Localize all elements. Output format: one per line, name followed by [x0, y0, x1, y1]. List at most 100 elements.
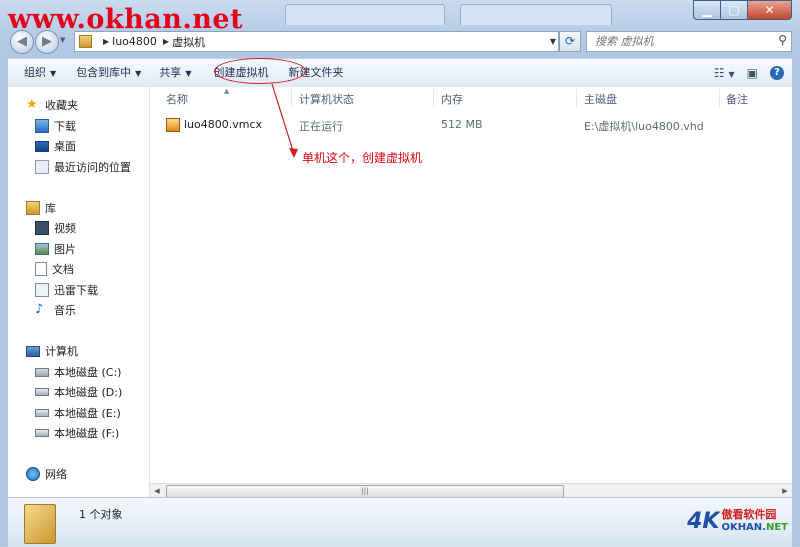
breadcrumb-vm[interactable]: 虚拟机 — [172, 34, 205, 50]
picture-icon — [35, 243, 49, 255]
help-icon[interactable]: ? — [770, 66, 784, 80]
background-tab — [460, 4, 612, 25]
back-arrow-icon: ◀ — [17, 34, 27, 49]
horizontal-scrollbar[interactable]: ◀ ||| ▶ — [150, 483, 792, 498]
search-icon[interactable]: ⚲ — [778, 33, 787, 47]
window-controls: ▁ ▢ ✕ — [693, 0, 792, 20]
nav-item-drive-d[interactable]: 本地磁盘 (D:) — [35, 384, 122, 400]
download-icon — [35, 283, 49, 297]
organize-menu[interactable]: 组织 ▼ — [16, 60, 64, 86]
column-header-memory[interactable]: 内存 — [441, 91, 463, 107]
hard-drive-icon — [35, 388, 49, 396]
search-box: ⚲ — [586, 31, 792, 52]
nav-item-label: 最近访问的位置 — [54, 161, 131, 174]
nav-item-drive-c[interactable]: 本地磁盘 (C:) — [35, 364, 121, 380]
include-in-library-menu[interactable]: 包含到库中 ▼ — [68, 60, 149, 86]
nav-item-drive-e[interactable]: 本地磁盘 (E:) — [35, 405, 121, 421]
site-logo: 4K 傲看软件园 OKHAN.NET — [687, 508, 788, 534]
nav-item-label: 图片 — [54, 243, 76, 256]
column-header-name[interactable]: 名称 — [166, 91, 188, 107]
chevron-down-icon: ▼ — [50, 69, 57, 78]
system-drive-icon — [35, 367, 49, 377]
folder-icon — [24, 504, 56, 544]
file-disk: E:\虚拟机\luo4800.vhd — [584, 120, 704, 133]
scroll-left-icon[interactable]: ◀ — [150, 485, 164, 497]
nav-item-label: 文档 — [52, 263, 74, 276]
library-icon — [26, 201, 40, 215]
computer-icon — [26, 345, 40, 357]
nav-item-xunlei[interactable]: 迅雷下载 — [35, 282, 98, 298]
nav-computer-label: 计算机 — [45, 345, 78, 358]
hard-drive-icon — [35, 409, 49, 417]
nav-item-recent[interactable]: 最近访问的位置 — [35, 159, 131, 175]
view-controls: ☷ ▼ ▣ ? — [714, 66, 784, 80]
nav-network[interactable]: 网络 — [26, 466, 67, 482]
column-header-disk[interactable]: 主磁盘 — [584, 91, 617, 107]
nav-libraries[interactable]: 库 — [26, 200, 56, 216]
column-header-note[interactable]: 备注 — [726, 91, 748, 107]
logo-mark: 4K — [687, 508, 720, 534]
video-icon — [35, 221, 49, 235]
scroll-right-icon[interactable]: ▶ — [778, 485, 792, 497]
nav-item-desktop[interactable]: 桌面 — [35, 138, 76, 154]
nav-item-label: 音乐 — [54, 304, 76, 317]
nav-favorites[interactable]: ★ 收藏夹 — [26, 97, 78, 113]
document-icon — [35, 262, 47, 276]
preview-pane-icon[interactable]: ▣ — [747, 66, 758, 80]
organize-label: 组织 — [24, 66, 46, 79]
chevron-down-icon: ▼ — [185, 69, 192, 78]
background-tab — [285, 4, 445, 25]
recent-pages-dropdown[interactable]: ▼ — [60, 36, 65, 44]
view-options-icon[interactable]: ☷ ▼ — [714, 66, 735, 80]
sort-ascending-icon: ▲ — [224, 87, 230, 95]
forward-arrow-icon: ▶ — [42, 34, 52, 49]
nav-item-label: 下载 — [54, 120, 76, 133]
nav-libraries-label: 库 — [45, 202, 56, 215]
nav-item-downloads[interactable]: 下载 — [35, 118, 76, 134]
nav-item-label: 本地磁盘 (C:) — [54, 366, 122, 379]
share-menu[interactable]: 共享 ▼ — [151, 60, 199, 86]
breadcrumb-separator: ▶ — [103, 37, 110, 46]
column-divider[interactable] — [719, 89, 720, 107]
column-divider[interactable] — [433, 89, 434, 107]
chevron-down-icon: ▼ — [135, 69, 142, 78]
breadcrumb-separator: ▶ — [162, 37, 170, 46]
breadcrumb-luo4800[interactable]: luo4800 — [112, 35, 157, 48]
nav-item-music[interactable]: ♪ 音乐 — [35, 302, 76, 318]
nav-item-label: 视频 — [54, 222, 76, 235]
nav-item-label: 本地磁盘 (E:) — [54, 407, 121, 420]
nav-computer[interactable]: 计算机 — [26, 343, 78, 359]
search-input[interactable] — [587, 32, 777, 51]
logo-text-cn: 傲看软件园 — [721, 508, 777, 521]
nav-item-label: 迅雷下载 — [54, 284, 98, 297]
maximize-button[interactable]: ▢ — [720, 0, 748, 20]
include-in-library-label: 包含到库中 — [76, 66, 132, 79]
nav-item-pictures[interactable]: 图片 — [35, 241, 76, 257]
nav-item-documents[interactable]: 文档 — [35, 261, 74, 277]
item-count: 1 个对象 — [79, 508, 123, 521]
download-folder-icon — [35, 119, 49, 133]
file-memory: 512 MB — [441, 118, 483, 131]
nav-favorites-label: 收藏夹 — [45, 99, 78, 112]
minimize-button[interactable]: ▁ — [693, 0, 721, 20]
annotation-text: 单机这个，创建虚拟机 — [302, 151, 423, 165]
nav-item-label: 本地磁盘 (D:) — [54, 386, 123, 399]
column-divider[interactable] — [576, 89, 577, 107]
chevron-down-icon[interactable]: ▼ — [550, 37, 556, 46]
star-icon: ★ — [26, 97, 38, 112]
nav-item-videos[interactable]: 视频 — [35, 220, 76, 236]
site-watermark: www.okhan.net — [8, 4, 244, 35]
refresh-button[interactable]: ⟳ — [559, 31, 581, 52]
hard-drive-icon — [35, 429, 49, 437]
details-pane: 1 个对象 4K 傲看软件园 OKHAN.NET — [8, 497, 792, 547]
file-list: ▲ 名称 计算机状态 内存 主磁盘 备注 luo4800.vmcx 正在运行 5… — [150, 87, 792, 483]
explorer-window: www.okhan.net ▁ ▢ ✕ ◀ ▶ ▼ ▶ luo4800 ▶ 虚拟… — [0, 0, 800, 547]
desktop-icon — [35, 140, 49, 152]
close-button[interactable]: ✕ — [747, 0, 792, 20]
vm-file-icon — [166, 118, 180, 132]
nav-network-label: 网络 — [45, 468, 67, 481]
share-label: 共享 — [159, 66, 182, 79]
table-row[interactable]: luo4800.vmcx 正在运行 512 MB E:\虚拟机\luo4800.… — [150, 114, 790, 136]
recent-places-icon — [35, 160, 49, 174]
nav-item-drive-f[interactable]: 本地磁盘 (F:) — [35, 425, 119, 441]
